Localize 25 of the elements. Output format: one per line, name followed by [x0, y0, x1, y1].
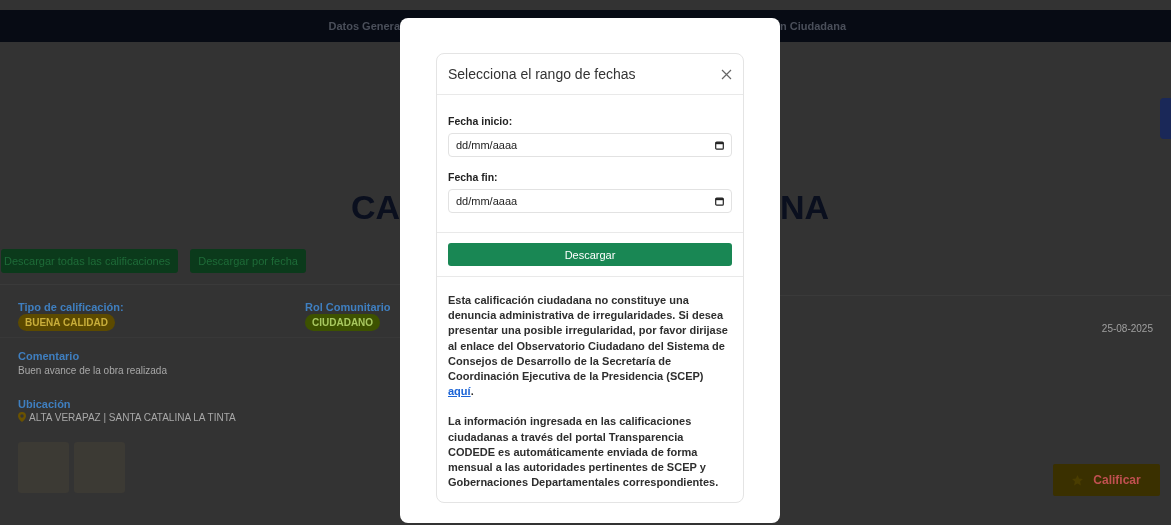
- calendar-icon[interactable]: [715, 141, 724, 150]
- role-label: Rol Comunitario: [305, 301, 391, 313]
- field-label: Fecha fin:: [448, 171, 499, 183]
- comment-text: Buen avance de la obra realizada: [18, 365, 168, 376]
- rate-button[interactable]: Calificar: [1053, 464, 1160, 496]
- nav-link[interactable]: Datos Genera: [328, 20, 400, 32]
- download-button[interactable]: Descargar: [448, 243, 732, 266]
- location-pin-icon: [18, 411, 26, 422]
- here-link[interactable]: aquí: [448, 385, 471, 398]
- rating-type-label: Tipo de calificación:: [18, 301, 124, 313]
- location-text: ALTA VERAPAZ | SANTA CATALINA LA TINTA: [29, 412, 236, 423]
- disclaimer-text: Esta calificación ciudadana no constituye una denuncia administrativa de irregularidades. Si desea presentar una posible irregularidad, por favor dirijase al enlace del Observatorio Ciudadano del Sistema de Consejos de Desarrollo de la Secretaría de Coordinación Ejecutiva de la Presidencia (SCEP) aquí.: [448, 293, 729, 400]
- role-badge: CIUDADANO: [305, 314, 381, 331]
- rating-type-badge: BUENA CALIDAD: [18, 314, 115, 331]
- location-label: Ubicación: [18, 398, 72, 410]
- calendar-icon[interactable]: [715, 197, 724, 206]
- info-text: La información ingresada en las calificaciones ciudadanas a través del portal Transparencia CODEDE es automáticamente enviada de forma mensual a las autoridades pertinentes de SCEP y Gobernaciones Departamentales correspondientes.: [448, 414, 720, 491]
- comment-label: Comentario: [18, 350, 81, 362]
- nav-link[interactable]: n Ciudadana: [780, 20, 846, 32]
- modal-title: Selecciona el rango de fechas: [448, 66, 636, 82]
- field-label: Fecha inicio:: [448, 115, 514, 127]
- date-input-field[interactable]: dd/mm/aaaa: [448, 189, 732, 213]
- rating-date: 25-08-2025: [1101, 323, 1153, 334]
- close-icon[interactable]: [721, 68, 732, 80]
- date-input-field[interactable]: dd/mm/aaaa: [448, 133, 732, 157]
